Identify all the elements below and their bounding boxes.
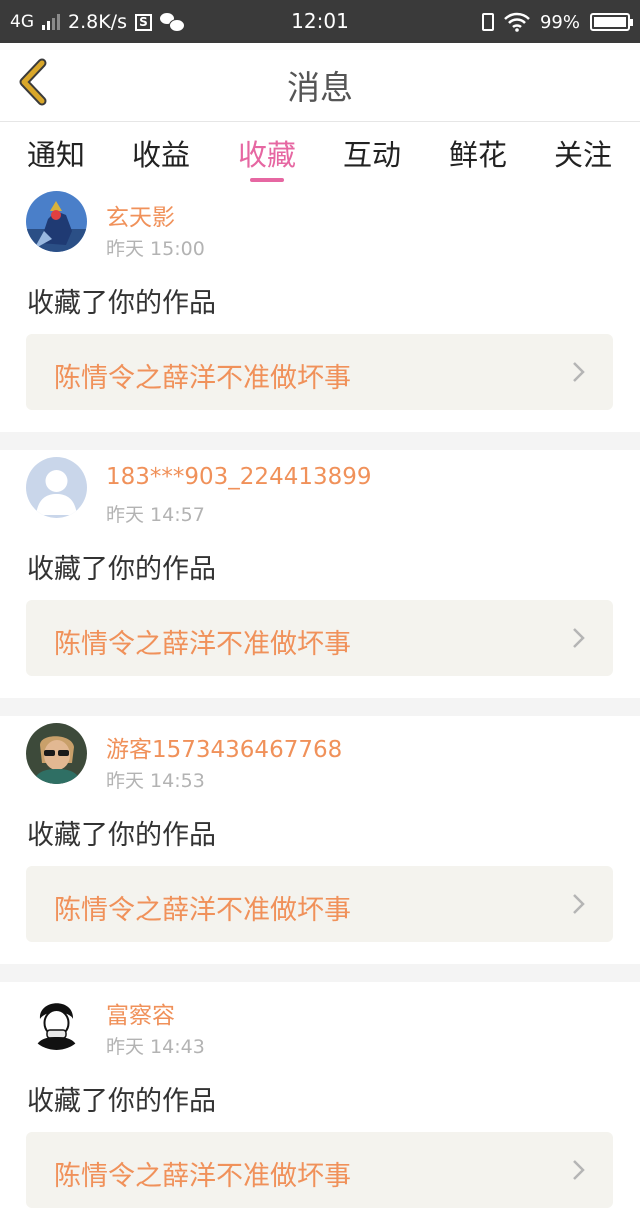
tab-favorites[interactable]: 收藏 <box>214 132 320 182</box>
message-list: 玄天影 昨天 15:00 收藏了你的作品 陈情令之薛洋不准做坏事 183***9… <box>0 184 640 1230</box>
work-link[interactable]: 陈情令之薛洋不准做坏事 <box>26 866 613 942</box>
chevron-right-icon <box>573 362 585 382</box>
vibrate-icon <box>481 13 494 31</box>
timestamp: 昨天 14:57 <box>106 504 205 526</box>
chevron-right-icon <box>573 1160 585 1180</box>
work-link[interactable]: 陈情令之薛洋不准做坏事 <box>26 600 613 676</box>
tab-label: 通知 <box>26 138 85 172</box>
message-card: 游客1573436467768 昨天 14:53 收藏了你的作品 陈情令之薛洋不… <box>0 698 640 964</box>
work-link[interactable]: 陈情令之薛洋不准做坏事 <box>26 1132 613 1208</box>
tab-label: 关注 <box>553 138 612 172</box>
chevron-right-icon <box>573 894 585 914</box>
work-title: 陈情令之薛洋不准做坏事 <box>54 1161 351 1192</box>
tab-label: 互动 <box>342 138 401 172</box>
action-text: 收藏了你的作品 <box>27 1086 216 1117</box>
action-text: 收藏了你的作品 <box>27 820 216 851</box>
wifi-icon <box>504 12 530 32</box>
tab-follow[interactable]: 关注 <box>530 132 636 182</box>
battery-icon <box>590 13 633 31</box>
action-text: 收藏了你的作品 <box>27 288 216 319</box>
page-title: 消息 <box>287 68 353 107</box>
back-button[interactable] <box>10 53 66 111</box>
app-header: 消息 <box>0 43 640 122</box>
user-name[interactable]: 游客1573436467768 <box>106 730 342 764</box>
avatar-armored-hero-icon <box>26 191 87 252</box>
tab-label: 收藏 <box>237 138 296 172</box>
avatar[interactable] <box>26 457 87 518</box>
avatar-sunglasses-person-icon <box>26 723 87 784</box>
avatar[interactable] <box>26 723 87 784</box>
work-title: 陈情令之薛洋不准做坏事 <box>54 363 351 394</box>
timestamp: 昨天 14:53 <box>106 770 205 792</box>
timestamp: 昨天 14:43 <box>106 1036 205 1058</box>
tab-bar: 通知 收益 收藏 互动 鲜花 关注 <box>0 122 640 184</box>
avatar-default-person-icon <box>26 457 87 518</box>
user-name[interactable]: 玄天影 <box>106 198 175 232</box>
chevron-left-icon <box>19 58 47 106</box>
avatar[interactable] <box>26 989 87 1050</box>
avatar-sketch-person-icon <box>26 989 87 1050</box>
message-card: 玄天影 昨天 15:00 收藏了你的作品 陈情令之薛洋不准做坏事 <box>0 184 640 432</box>
user-name[interactable]: 183***903_224413899 <box>106 464 372 490</box>
work-link[interactable]: 陈情令之薛洋不准做坏事 <box>26 334 613 410</box>
tab-label: 收益 <box>131 138 190 172</box>
work-title: 陈情令之薛洋不准做坏事 <box>54 629 351 660</box>
message-card: 富察容 昨天 14:43 收藏了你的作品 陈情令之薛洋不准做坏事 <box>0 964 640 1230</box>
user-name[interactable]: 富察容 <box>106 996 175 1030</box>
action-text: 收藏了你的作品 <box>27 554 216 585</box>
status-right: 99% <box>481 9 633 35</box>
chevron-right-icon <box>573 628 585 648</box>
battery-percent: 99% <box>539 11 580 33</box>
work-title: 陈情令之薛洋不准做坏事 <box>54 895 351 926</box>
tab-interaction[interactable]: 互动 <box>319 132 425 182</box>
tab-label: 鲜花 <box>448 138 507 172</box>
tab-earnings[interactable]: 收益 <box>108 132 214 182</box>
status-bar: 4G 2.8K/s S 12:01 99% <box>0 0 640 43</box>
avatar[interactable] <box>26 191 87 252</box>
active-tab-indicator <box>250 178 284 182</box>
timestamp: 昨天 15:00 <box>106 238 205 260</box>
message-card: 183***903_224413899 昨天 14:57 收藏了你的作品 陈情令… <box>0 432 640 698</box>
tab-flowers[interactable]: 鲜花 <box>425 132 531 182</box>
tab-notice[interactable]: 通知 <box>3 132 109 182</box>
